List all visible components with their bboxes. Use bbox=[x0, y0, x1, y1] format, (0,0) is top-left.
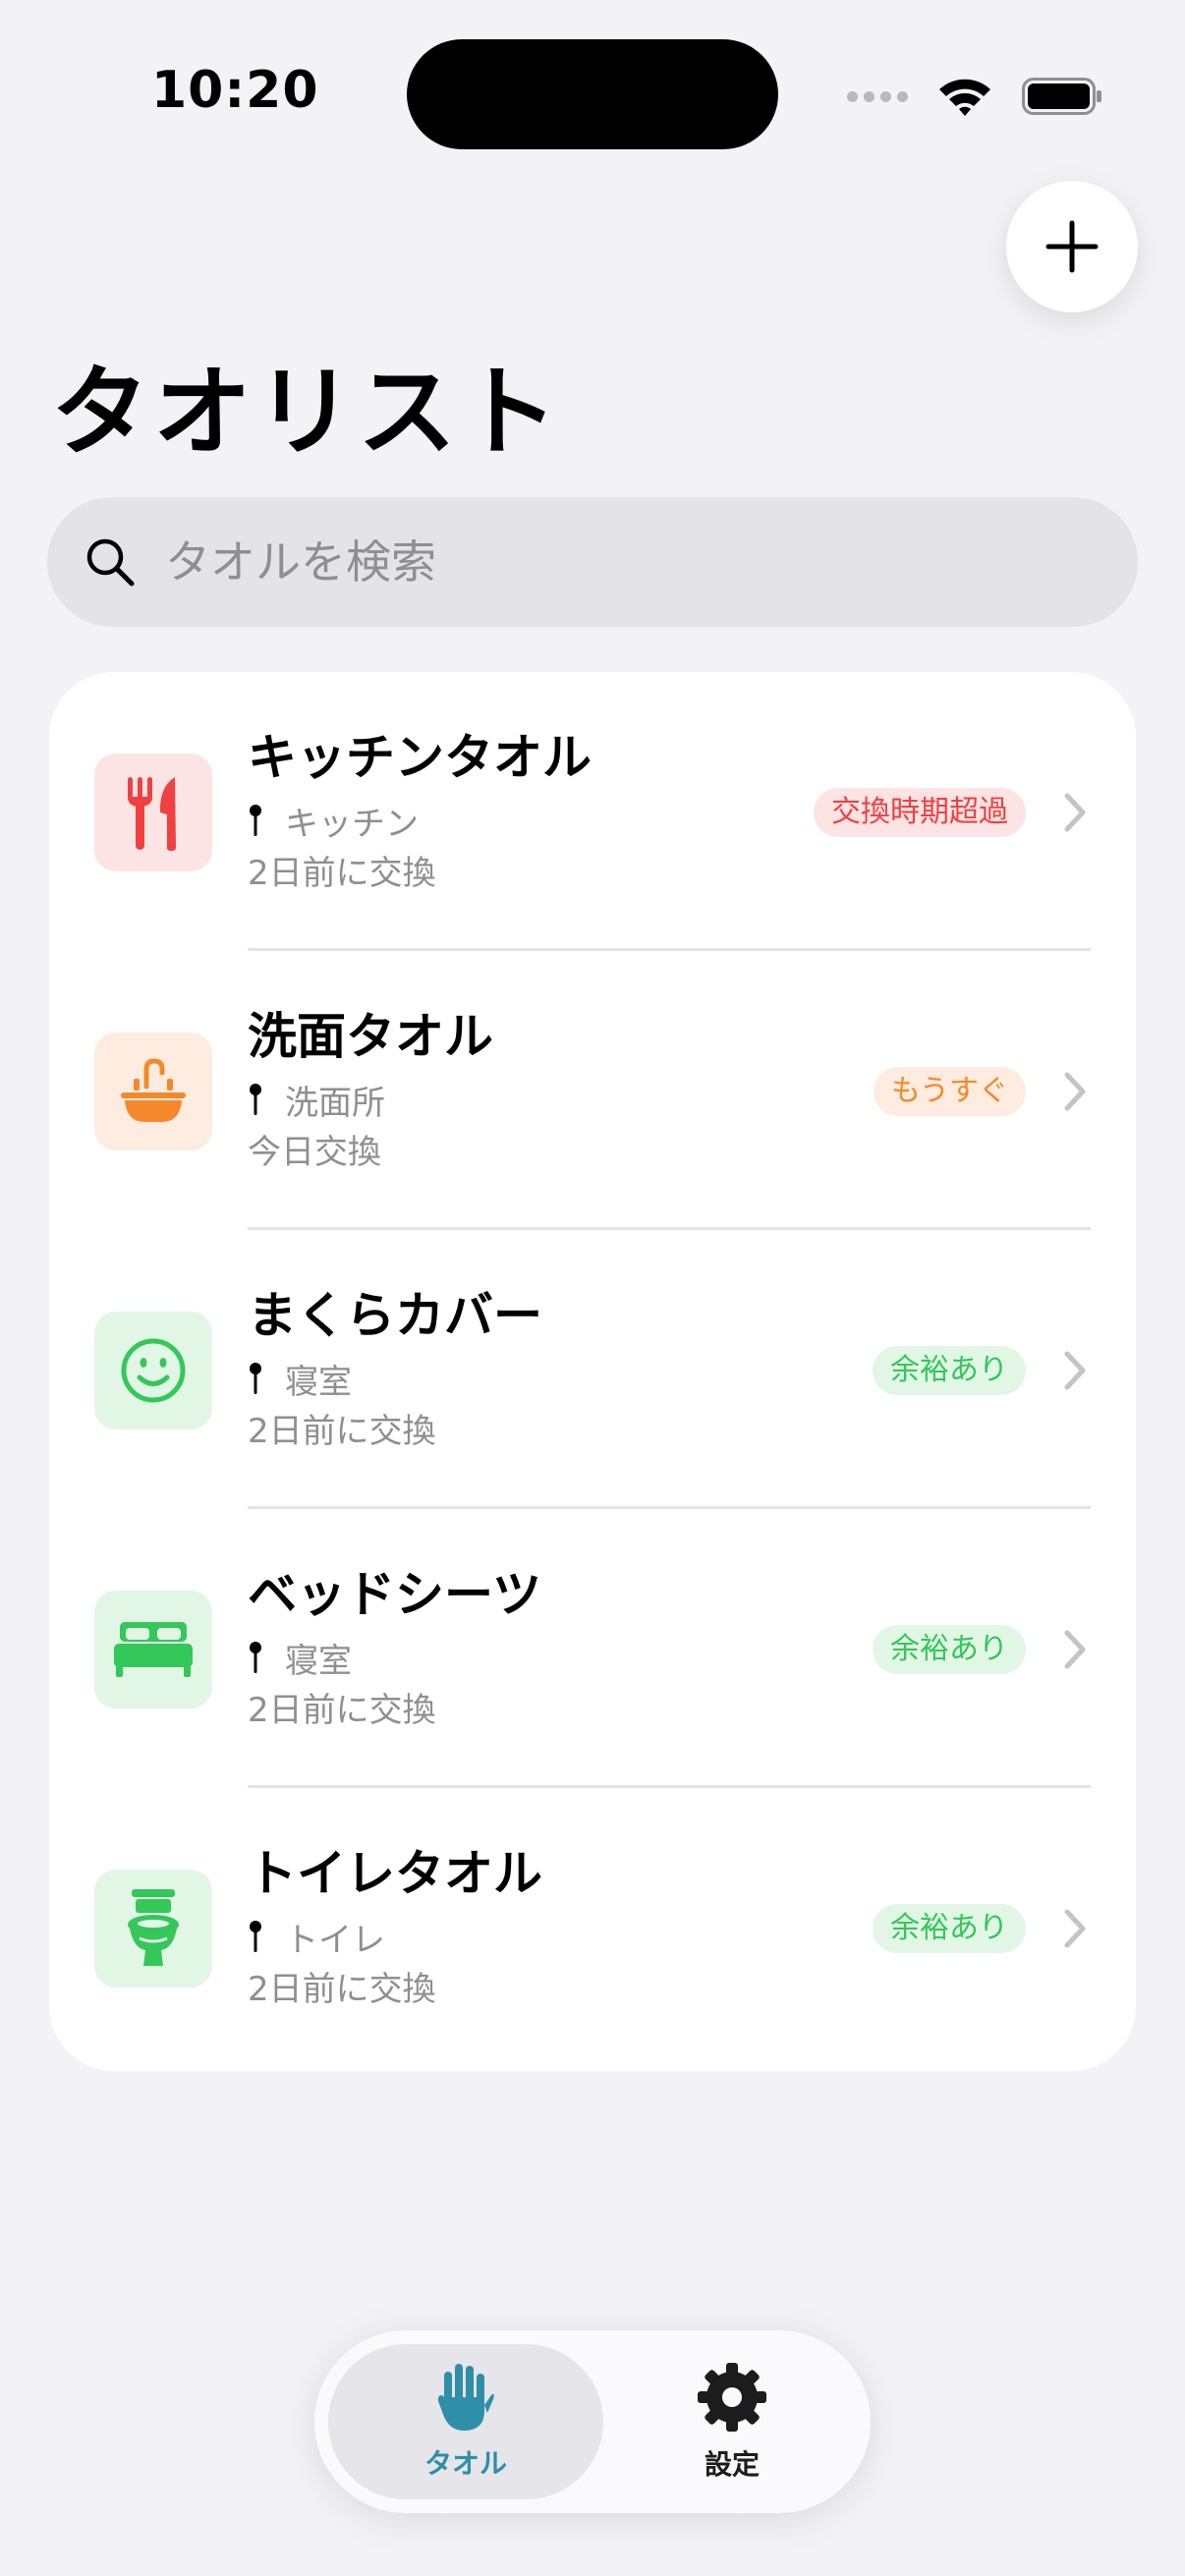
search-input[interactable] bbox=[163, 534, 1051, 589]
status-indicators bbox=[847, 69, 1102, 124]
icon-tile bbox=[94, 1591, 212, 1708]
pin-icon bbox=[250, 1921, 261, 1952]
bed-icon bbox=[114, 1622, 193, 1677]
hand-icon bbox=[437, 2364, 494, 2431]
item-location-label: 寝室 bbox=[285, 1641, 352, 1681]
item-location-label: 寝室 bbox=[285, 1362, 352, 1402]
chevron-right-icon bbox=[1064, 793, 1086, 832]
status-badge: 余裕あり bbox=[873, 1346, 1026, 1395]
status-badge: 余裕あり bbox=[873, 1904, 1026, 1953]
chevron-right-icon bbox=[1064, 1909, 1086, 1948]
item-name: トイレタオル bbox=[248, 1845, 542, 1902]
plus-icon bbox=[1045, 220, 1099, 273]
tab-settings[interactable]: 設定 bbox=[609, 2344, 855, 2499]
toilet-icon bbox=[128, 1889, 179, 1966]
add-button[interactable] bbox=[1006, 181, 1138, 312]
item-location: 寝室 bbox=[248, 1356, 352, 1402]
item-name: 洗面タオル bbox=[248, 1008, 493, 1065]
status-badge: 交換時期超過 bbox=[814, 788, 1026, 837]
item-last-changed: 2日前に交換 bbox=[248, 1691, 436, 1730]
chevron-right-icon bbox=[1064, 1351, 1086, 1390]
list-item[interactable]: ベッドシーツ 寝室 2日前に交換 余裕あり bbox=[49, 1509, 1136, 1788]
gear-icon bbox=[698, 2363, 766, 2432]
tab-settings-label: 設定 bbox=[704, 2448, 760, 2481]
pin-icon bbox=[250, 1084, 261, 1115]
towel-list: キッチンタオル キッチン 2日前に交換 交換時期超過 洗面タオル 洗面所 今日交… bbox=[49, 672, 1136, 2071]
item-name: ベッドシーツ bbox=[248, 1566, 541, 1623]
tab-bar: タオル 設定 bbox=[314, 2330, 871, 2513]
item-last-changed: 2日前に交換 bbox=[248, 1970, 436, 2009]
tab-towel[interactable]: タオル bbox=[328, 2344, 603, 2499]
cellular-signal-icon bbox=[847, 90, 908, 102]
sink-icon bbox=[121, 1058, 186, 1122]
chevron-right-icon bbox=[1064, 1630, 1086, 1669]
list-item[interactable]: まくらカバー 寝室 2日前に交換 余裕あり bbox=[49, 1230, 1136, 1509]
wifi-icon bbox=[939, 79, 990, 116]
chevron-right-icon bbox=[1064, 1072, 1086, 1111]
pin-icon bbox=[250, 805, 261, 836]
status-time: 10:20 bbox=[151, 61, 319, 120]
item-name: まくらカバー bbox=[248, 1287, 542, 1344]
pin-icon bbox=[250, 1363, 261, 1394]
pin-icon bbox=[250, 1642, 261, 1673]
page-title: タオリスト bbox=[51, 355, 562, 470]
list-item[interactable]: トイレタオル トイレ 2日前に交換 余裕あり bbox=[49, 1788, 1136, 2067]
item-location-label: キッチン bbox=[285, 804, 419, 844]
search-bar[interactable] bbox=[47, 497, 1138, 627]
item-last-changed: 今日交換 bbox=[248, 1133, 381, 1172]
battery-icon bbox=[1022, 78, 1101, 115]
smiley-face-icon bbox=[121, 1338, 186, 1403]
item-name: キッチンタオル bbox=[248, 729, 592, 786]
item-last-changed: 2日前に交換 bbox=[248, 854, 436, 893]
list-item[interactable]: キッチンタオル キッチン 2日前に交換 交換時期超過 bbox=[49, 672, 1136, 951]
list-item[interactable]: 洗面タオル 洗面所 今日交換 もうすぐ bbox=[49, 951, 1136, 1230]
status-badge: もうすぐ bbox=[873, 1067, 1026, 1116]
item-location: 寝室 bbox=[248, 1635, 352, 1681]
item-location: トイレ bbox=[248, 1914, 385, 1960]
item-location-label: トイレ bbox=[285, 1920, 385, 1960]
status-badge: 余裕あり bbox=[873, 1625, 1026, 1674]
icon-tile bbox=[94, 754, 212, 871]
item-location: キッチン bbox=[248, 798, 419, 844]
icon-tile bbox=[94, 1312, 212, 1429]
tab-towel-label: タオル bbox=[423, 2447, 507, 2480]
icon-tile bbox=[94, 1033, 212, 1150]
icon-tile bbox=[94, 1870, 212, 1988]
dynamic-island bbox=[407, 39, 778, 149]
fork-knife-icon bbox=[128, 777, 176, 851]
item-location: 洗面所 bbox=[248, 1077, 385, 1123]
item-last-changed: 2日前に交換 bbox=[248, 1412, 436, 1451]
item-location-label: 洗面所 bbox=[285, 1083, 385, 1123]
search-icon bbox=[86, 538, 135, 587]
